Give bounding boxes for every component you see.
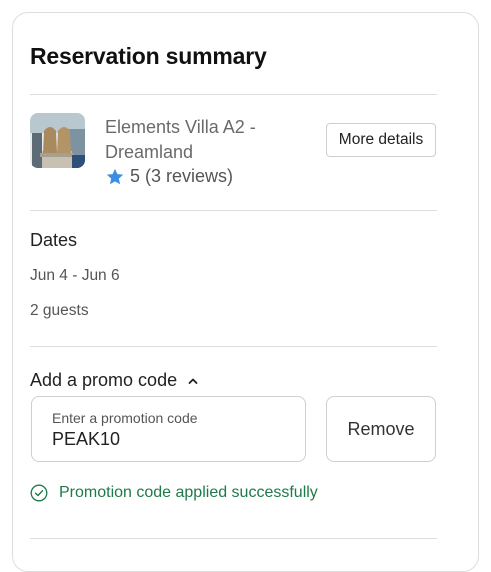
dates-label: Dates [30, 230, 78, 250]
chevron-up-icon [188, 378, 198, 384]
promo-field-label: Enter a promotion code [52, 410, 198, 426]
divider [30, 538, 437, 539]
divider [30, 346, 437, 347]
property-thumbnail [30, 113, 85, 168]
rating-value: 5 [130, 166, 141, 186]
promo-success-message: Promotion code applied successfully [30, 484, 318, 502]
check-circle-icon [30, 484, 48, 502]
divider [30, 210, 437, 211]
property-rating: 5 (3 reviews) [105, 164, 233, 189]
guest-count: 2 guests [30, 302, 89, 319]
promo-toggle-label: Add a promo code [30, 370, 178, 390]
star-icon [106, 168, 124, 184]
divider [30, 94, 437, 95]
review-count: (3 reviews) [145, 166, 234, 186]
date-range: Jun 4 - Jun 6 [30, 267, 120, 284]
promo-code-field[interactable]: Enter a promotion code [31, 396, 306, 462]
more-details-button[interactable]: More details [326, 123, 436, 157]
property-name[interactable]: Elements Villa A2 - Dreamland [105, 115, 295, 165]
promo-code-toggle[interactable]: Add a promo code [30, 370, 199, 391]
promo-code-input[interactable] [52, 429, 285, 450]
remove-promo-button[interactable]: Remove [326, 396, 436, 462]
success-text: Promotion code applied successfully [59, 484, 318, 501]
page-title: Reservation summary [30, 43, 267, 69]
